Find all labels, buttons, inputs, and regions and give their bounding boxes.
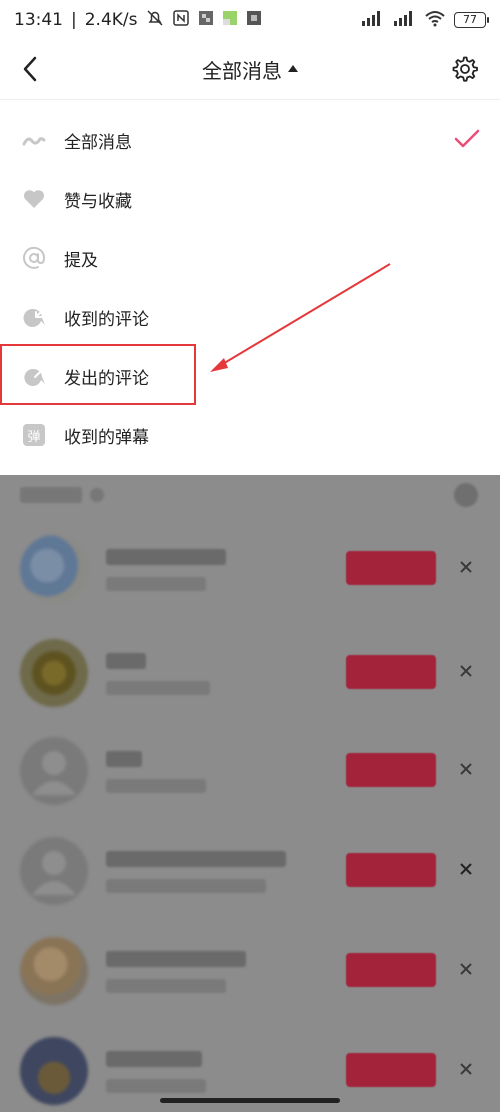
avatar[interactable]: [20, 837, 88, 905]
dismiss-button[interactable]: [456, 859, 476, 879]
status-bar: 13:41 | 2.4K/s 77: [0, 0, 500, 40]
close-icon: [460, 1063, 472, 1075]
danmaku-glyph: 弹: [23, 424, 45, 446]
menu-item-label: 提及: [64, 250, 98, 271]
user-name-redacted: [106, 549, 226, 565]
user-name-redacted: [106, 1051, 202, 1067]
follow-button[interactable]: [346, 1053, 436, 1087]
caret-up-icon: [288, 65, 298, 72]
app-notification-icon: [198, 10, 214, 31]
menu-item-label: 收到的弹幕: [64, 427, 149, 448]
avatar[interactable]: [20, 1037, 88, 1105]
user-subtitle-redacted: [106, 879, 266, 893]
recommend-user-row[interactable]: [0, 639, 500, 739]
info-icon: [90, 488, 104, 502]
at-icon: [22, 246, 46, 270]
status-separator: |: [71, 10, 77, 30]
settings-button[interactable]: [450, 54, 480, 84]
dismiss-button[interactable]: [456, 557, 476, 577]
follow-button[interactable]: [346, 655, 436, 689]
dismiss-button[interactable]: [456, 1059, 476, 1079]
check-icon: [454, 129, 480, 148]
home-indicator[interactable]: [160, 1098, 340, 1103]
chevron-left-icon: [23, 56, 37, 82]
dismiss-button[interactable]: [456, 759, 476, 779]
close-icon: [460, 665, 472, 677]
gear-icon: [454, 483, 478, 507]
status-time: 13:41: [14, 10, 63, 30]
menu-item-label: 收到的评论: [64, 309, 149, 330]
page-title: 全部消息: [202, 59, 282, 83]
avatar[interactable]: [20, 639, 88, 707]
section-title: [20, 487, 82, 503]
user-name-redacted: [106, 751, 142, 767]
avatar[interactable]: [20, 535, 88, 603]
menu-item-likes-favorites[interactable]: 赞与收藏: [0, 170, 500, 228]
dismiss-button[interactable]: [456, 661, 476, 681]
annotation-arrow-icon: [210, 263, 391, 372]
menu-item-received-danmaku[interactable]: 弹 收到的弹幕: [0, 406, 500, 464]
gear-icon: [452, 56, 478, 82]
dismiss-button[interactable]: [456, 959, 476, 979]
follow-button[interactable]: [346, 853, 436, 887]
network-speed: 2.4K/s: [84, 10, 138, 30]
user-subtitle-redacted: [106, 979, 226, 993]
close-icon: [460, 963, 472, 975]
avatar[interactable]: [20, 737, 88, 805]
nfc-icon: [172, 9, 190, 32]
close-icon: [460, 763, 472, 775]
annotation-highlight-box: [0, 344, 196, 405]
menu-item-label: 全部消息: [64, 132, 132, 153]
signal-hd-icon-2: [392, 9, 416, 32]
all-messages-icon: [22, 128, 46, 152]
heart-icon: [22, 187, 46, 211]
close-icon: [460, 863, 472, 875]
battery-icon: 77: [454, 12, 489, 28]
recommend-user-row[interactable]: [0, 535, 500, 635]
close-icon: [460, 561, 472, 573]
user-name-redacted: [106, 653, 146, 669]
signal-hd-icon: [360, 9, 384, 32]
wifi-icon: [424, 9, 446, 32]
back-button[interactable]: [16, 54, 44, 84]
follow-button[interactable]: [346, 953, 436, 987]
app-notification-icon-green: [222, 10, 238, 31]
recommend-user-row[interactable]: [0, 737, 500, 837]
app-header: 全部消息: [0, 40, 500, 100]
user-subtitle-redacted: [106, 779, 206, 793]
avatar[interactable]: [20, 937, 88, 1005]
user-subtitle-redacted: [106, 577, 206, 591]
user-name-redacted: [106, 951, 246, 967]
recommend-user-row[interactable]: [0, 937, 500, 1037]
received-comment-icon: [22, 305, 46, 329]
recommend-section-header: [20, 485, 104, 505]
user-subtitle-redacted: [106, 681, 210, 695]
mute-bell-icon: [146, 9, 164, 32]
follow-button[interactable]: [346, 753, 436, 787]
user-subtitle-redacted: [106, 1079, 206, 1093]
danmaku-icon: 弹: [22, 423, 46, 447]
message-filter-dropdown[interactable]: 全部消息: [202, 55, 298, 84]
user-name-redacted: [106, 851, 286, 867]
recommend-user-row[interactable]: [0, 837, 500, 937]
menu-item-all-messages[interactable]: 全部消息: [0, 111, 500, 169]
app-notification-icon-gray: [246, 10, 262, 31]
follow-button[interactable]: [346, 551, 436, 585]
dimmed-overlay[interactable]: [0, 475, 500, 1112]
menu-item-label: 赞与收藏: [64, 191, 132, 212]
